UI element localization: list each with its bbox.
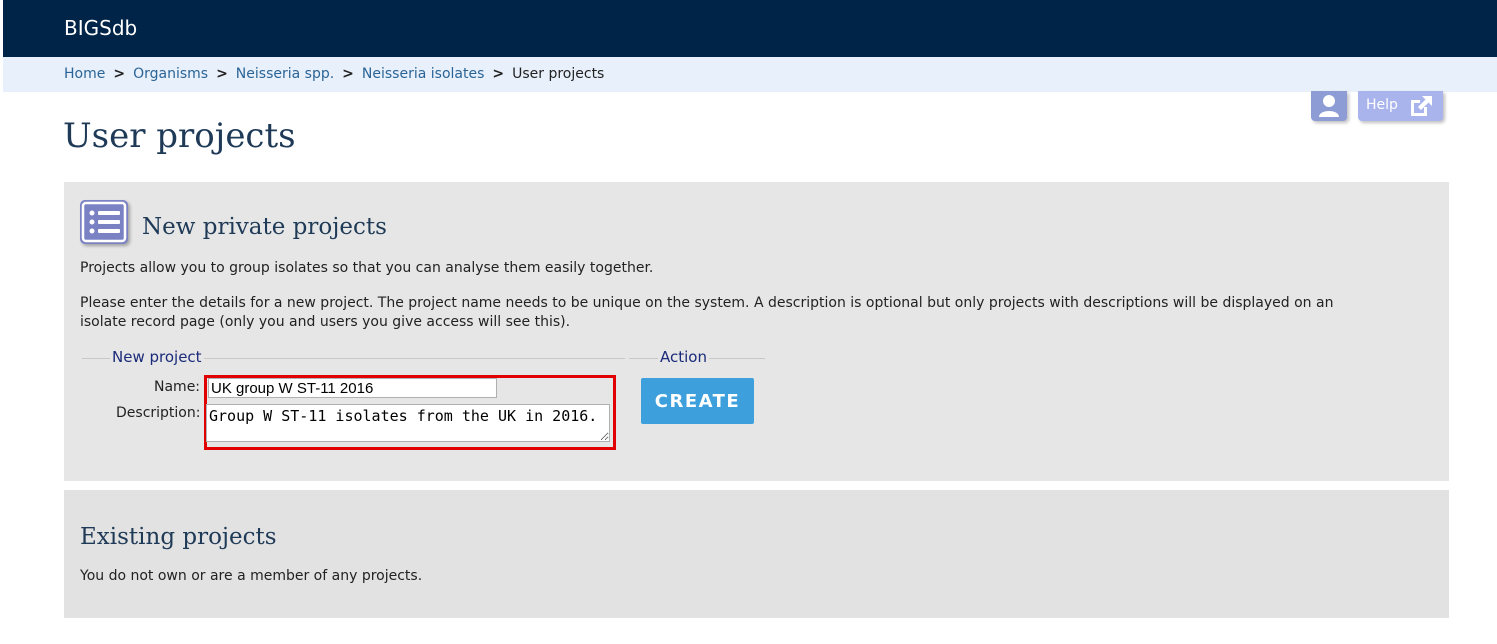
breadcrumb-home[interactable]: Home — [64, 66, 105, 82]
existing-projects-heading: Existing projects — [80, 524, 277, 550]
breadcrumb-separator: > — [216, 66, 228, 82]
new-projects-heading: New private projects — [142, 214, 387, 240]
page-title: User projects — [63, 116, 296, 156]
action-fieldset: Action — [629, 348, 765, 366]
existing-projects-panel: Existing projects You do not own or are … — [64, 490, 1449, 618]
breadcrumb-current: User projects — [512, 66, 605, 82]
list-icon — [80, 200, 128, 244]
external-link-icon — [1411, 96, 1432, 116]
site-brand[interactable]: BIGSdb — [64, 16, 137, 40]
new-project-fieldset: New project — [82, 348, 625, 366]
breadcrumb-organisms[interactable]: Organisms — [133, 66, 208, 82]
breadcrumb-separator: > — [113, 66, 126, 82]
user-account-button[interactable] — [1311, 91, 1347, 121]
existing-projects-message: You do not own or are a member of any pr… — [80, 568, 423, 584]
breadcrumb-neisseria-isolates[interactable]: Neisseria isolates — [362, 66, 484, 82]
action-legend: Action — [658, 348, 709, 366]
create-button[interactable]: CREATE — [641, 378, 754, 424]
user-icon — [1319, 95, 1339, 117]
name-label: Name: — [154, 379, 201, 395]
instructions-text: Please enter the details for a new proje… — [80, 295, 1334, 330]
help-button[interactable]: Help — [1358, 91, 1443, 121]
project-description-textarea[interactable]: Group W ST-11 isolates from the UK in 20… — [206, 404, 610, 442]
breadcrumb-neisseria-spp[interactable]: Neisseria spp. — [236, 66, 334, 82]
new-projects-panel: New private projects Projects allow you … — [64, 182, 1449, 481]
breadcrumb-separator: > — [342, 66, 354, 82]
project-name-input[interactable] — [208, 378, 497, 398]
help-label: Help — [1366, 97, 1398, 113]
breadcrumb-separator: > — [492, 66, 505, 82]
new-project-legend: New project — [110, 348, 204, 366]
description-label: Description: — [116, 405, 201, 421]
intro-text: Projects allow you to group isolates so … — [80, 260, 654, 276]
breadcrumb: Home > Organisms > Neisseria spp. > Neisseria … — [3, 57, 1497, 92]
top-bar: BIGSdb — [3, 0, 1497, 57]
